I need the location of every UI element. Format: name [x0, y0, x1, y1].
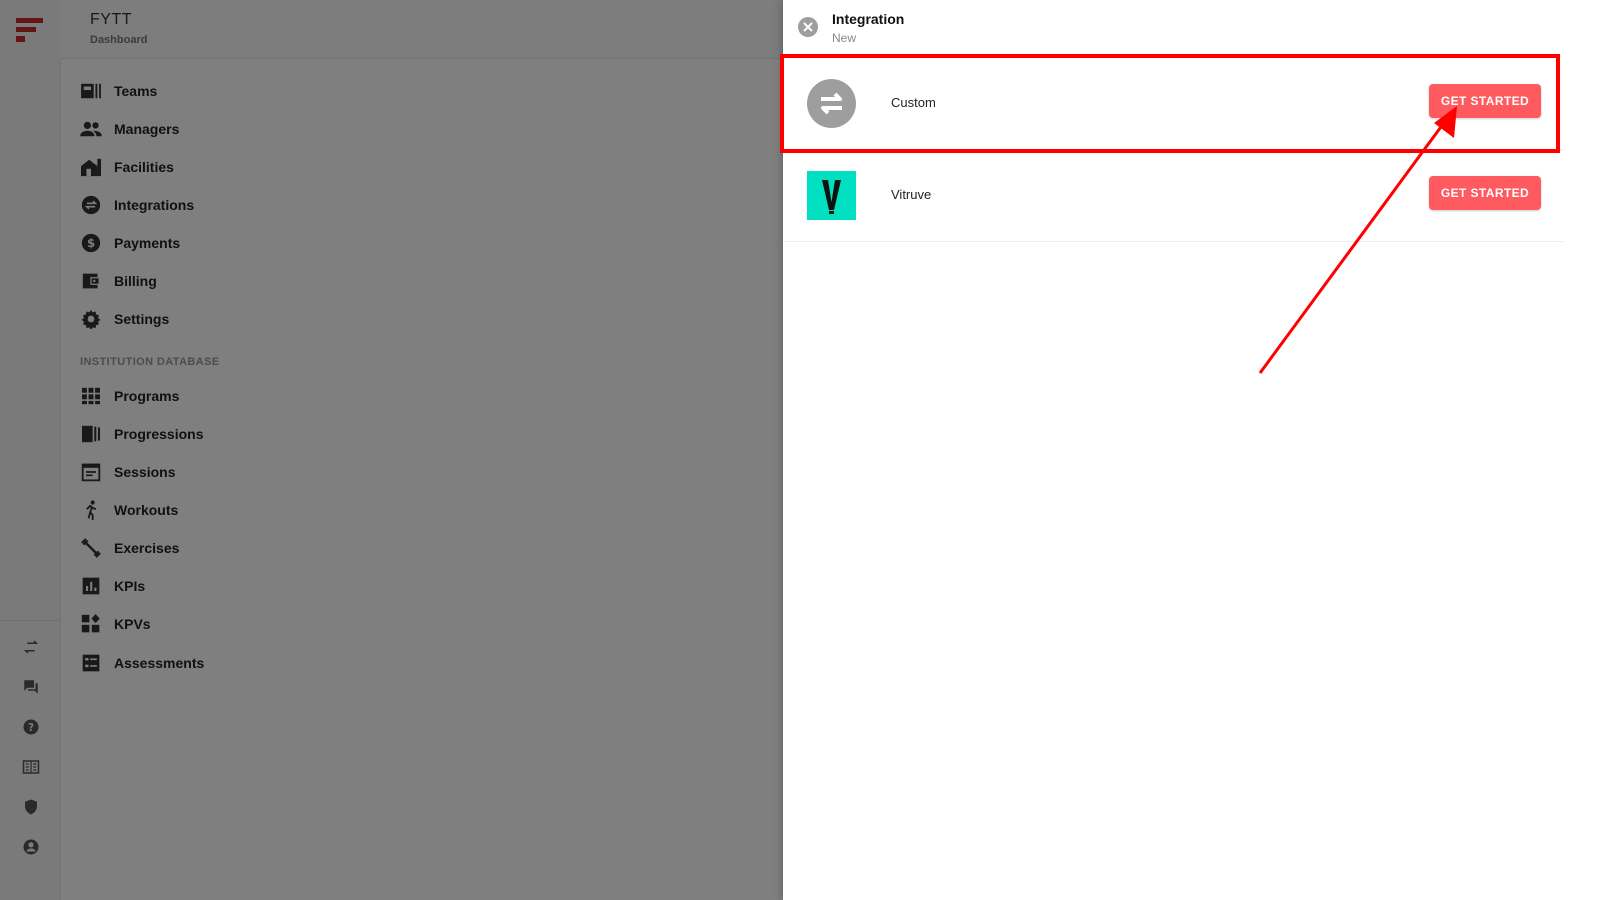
- integration-drawer: Integration New Custom GET STARTED Vitru…: [783, 0, 1604, 900]
- get-started-custom-button[interactable]: GET STARTED: [1429, 84, 1541, 118]
- integration-label: Vitruve: [891, 187, 932, 202]
- integration-label: Custom: [891, 95, 936, 110]
- drawer-title: Integration: [832, 11, 905, 27]
- integration-row-custom: Custom GET STARTED: [783, 57, 1564, 150]
- close-icon[interactable]: [798, 17, 818, 37]
- swap-arrows-icon: [807, 79, 856, 128]
- drawer-subtitle: New: [832, 31, 857, 45]
- app-window: ? FYTT Dashboard Teams Managers Faciliti…: [0, 0, 1604, 900]
- integration-row-vitruve: Vitruve GET STARTED: [783, 149, 1564, 242]
- vitruve-logo: [807, 171, 856, 220]
- modal-backdrop[interactable]: [0, 0, 783, 900]
- get-started-vitruve-button[interactable]: GET STARTED: [1429, 176, 1541, 210]
